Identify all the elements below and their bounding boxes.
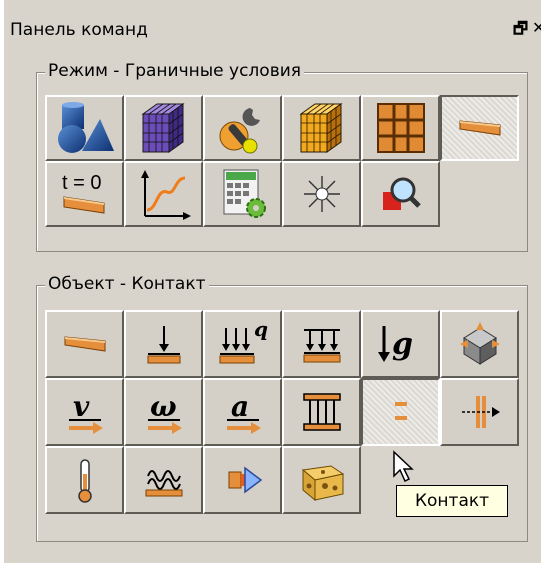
panel-titlebar: Панель команд 🗗 ✕ bbox=[6, 16, 541, 44]
support-frame-button[interactable] bbox=[282, 378, 361, 446]
flow-arrow-icon bbox=[228, 466, 262, 494]
grid-partition-icon bbox=[376, 103, 425, 153]
angular-velocity-button[interactable]: ω bbox=[124, 378, 203, 446]
connector-arrow-icon bbox=[461, 396, 500, 428]
contact-icon bbox=[394, 402, 407, 420]
spring-button[interactable] bbox=[124, 446, 203, 514]
connector-button[interactable] bbox=[440, 378, 519, 446]
zoom-inspect-button[interactable] bbox=[361, 161, 440, 227]
object-buttons: q g v ω a bbox=[45, 310, 519, 514]
boundary-conditions-button[interactable] bbox=[440, 95, 519, 161]
curve-graph-icon bbox=[140, 170, 191, 220]
object-group-label: Объект - Контакт bbox=[45, 274, 209, 294]
constraint-3d-button[interactable] bbox=[440, 310, 519, 378]
initial-conditions-button[interactable]: t = 0 bbox=[45, 161, 124, 227]
gravity-g-icon: g bbox=[377, 326, 413, 362]
distributed-load-button[interactable]: q bbox=[203, 310, 282, 378]
thermometer-button[interactable] bbox=[45, 446, 124, 514]
restore-icon[interactable]: 🗗 bbox=[513, 18, 528, 45]
zoom-inspect-icon bbox=[382, 177, 421, 210]
mode-group-label: Режим - Граничные условия bbox=[45, 61, 304, 81]
omega-label: ω bbox=[150, 390, 177, 423]
gravity-button[interactable]: g bbox=[361, 310, 440, 378]
a-label: a bbox=[231, 390, 249, 423]
angular-velocity-omega-icon: ω bbox=[147, 390, 182, 434]
thermometer-icon bbox=[77, 459, 92, 503]
cheese-block-button[interactable] bbox=[282, 446, 361, 514]
geometry-shapes-button[interactable] bbox=[45, 95, 124, 161]
svg-text:g: g bbox=[392, 327, 413, 362]
pressure-load-icon bbox=[303, 329, 340, 363]
panel-title: Панель команд bbox=[10, 20, 148, 40]
material-button[interactable] bbox=[203, 95, 282, 161]
v-label: v bbox=[73, 390, 90, 423]
force-button[interactable] bbox=[124, 310, 203, 378]
contact-tooltip: Контакт bbox=[396, 485, 508, 517]
q-label: q bbox=[254, 320, 268, 341]
velocity-v-icon: v bbox=[68, 390, 103, 434]
mouse-cursor-icon bbox=[393, 450, 414, 483]
acceleration-a-icon: a bbox=[226, 390, 261, 434]
grid-partition-button[interactable] bbox=[361, 95, 440, 161]
acceleration-button[interactable]: a bbox=[203, 378, 282, 446]
sparkle-button[interactable] bbox=[282, 161, 361, 227]
spring-coil-icon bbox=[145, 470, 182, 497]
initial-conditions-text: t = 0 bbox=[62, 172, 101, 194]
plate-icon bbox=[64, 336, 105, 352]
close-icon[interactable]: ✕ bbox=[532, 18, 541, 37]
boundary-conditions-plate-icon bbox=[459, 120, 500, 136]
mode-buttons: t = 0 bbox=[45, 95, 519, 227]
cheese-block-icon bbox=[301, 465, 344, 502]
window-edge bbox=[0, 0, 4, 563]
contact-button[interactable] bbox=[361, 378, 440, 446]
mesh-cube-button[interactable] bbox=[124, 95, 203, 161]
volume-mesh-cube-icon bbox=[298, 103, 343, 153]
volume-mesh-button[interactable] bbox=[282, 95, 361, 161]
velocity-button[interactable]: v bbox=[45, 378, 124, 446]
distributed-load-q-icon: q bbox=[219, 320, 268, 364]
material-wrench-icon bbox=[219, 108, 260, 154]
support-frame-icon bbox=[302, 393, 341, 431]
flow-button[interactable] bbox=[203, 446, 282, 514]
calculator-settings-button[interactable] bbox=[203, 161, 282, 227]
calculator-settings-icon bbox=[223, 169, 266, 218]
curve-graph-button[interactable] bbox=[124, 161, 203, 227]
initial-conditions-icon: t = 0 bbox=[62, 172, 104, 214]
force-arrow-icon bbox=[147, 326, 180, 364]
pressure-load-button[interactable] bbox=[282, 310, 361, 378]
plate-button[interactable] bbox=[45, 310, 124, 378]
constraint-3d-icon bbox=[459, 322, 500, 365]
sparkle-icon bbox=[303, 176, 340, 212]
mesh-cube-icon bbox=[140, 103, 185, 153]
geometry-shapes-icon bbox=[57, 102, 114, 153]
